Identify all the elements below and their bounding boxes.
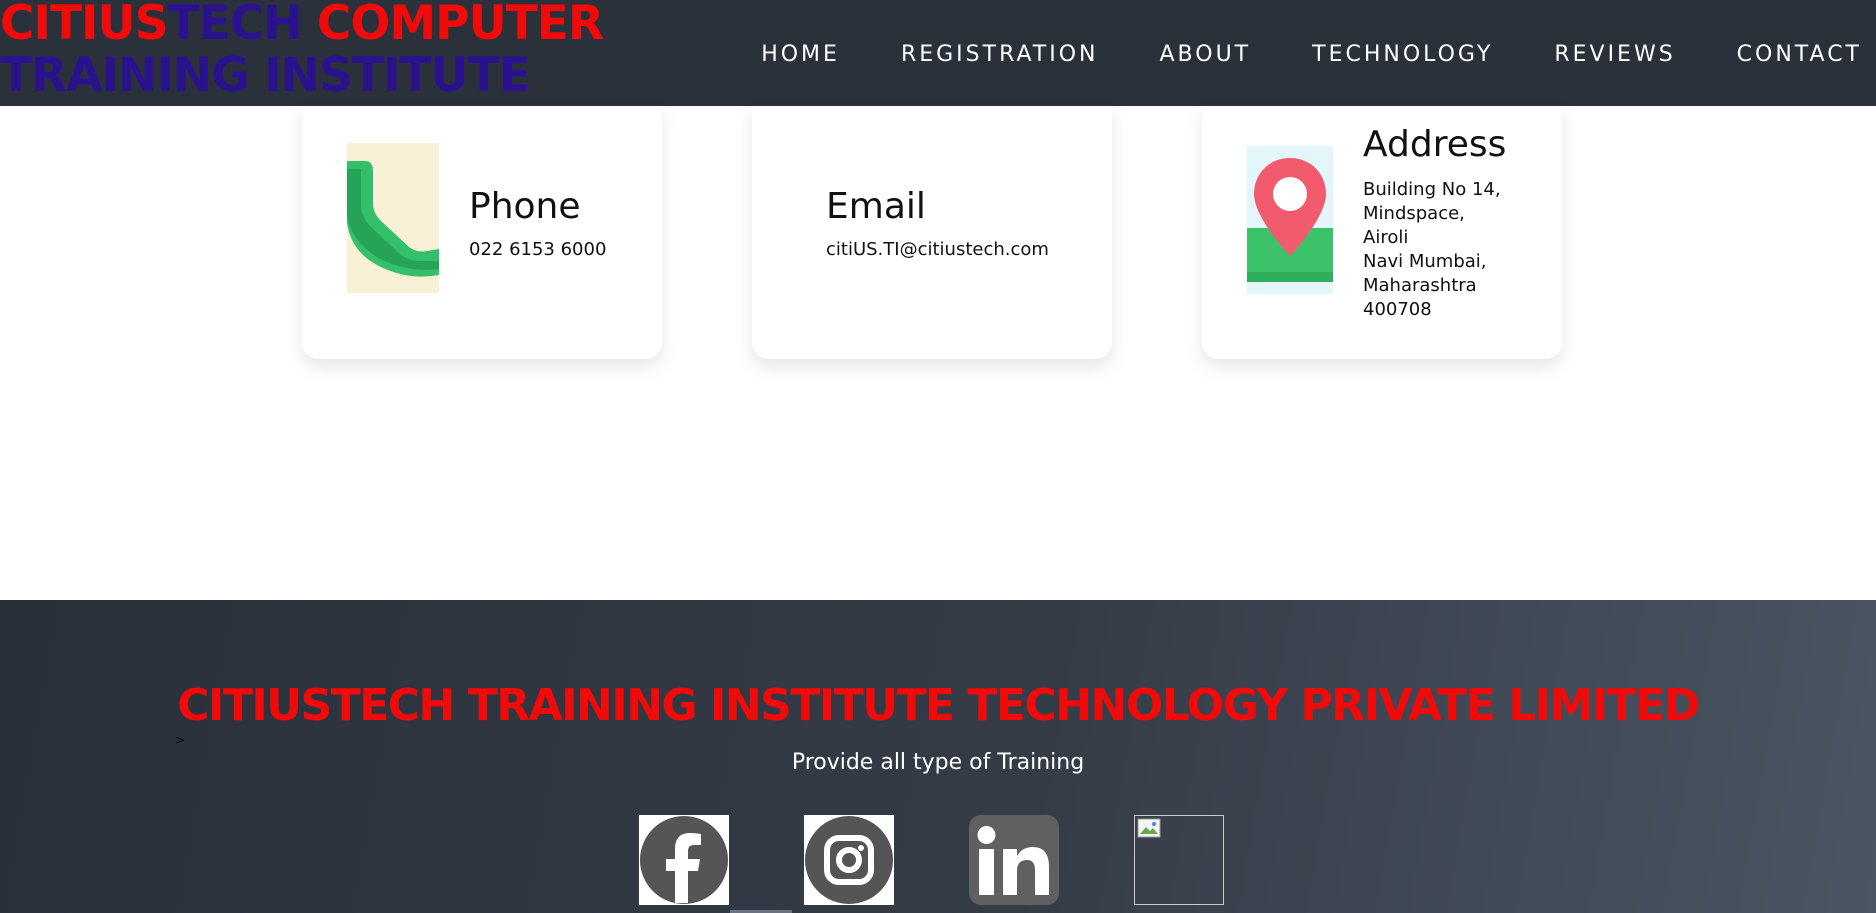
site-header: CITIUSTECH COMPUTER TRAINING INSTITUTE H… xyxy=(0,0,1876,106)
email-card: Email citiUS.TI@citiustech.com xyxy=(752,106,1112,359)
location-pin-icon xyxy=(1247,146,1333,294)
address-line: Mindspace, xyxy=(1363,203,1465,224)
email-value[interactable]: citiUS.TI@citiustech.com xyxy=(826,238,1049,262)
site-footer: CITIUSTECH TRAINING INSTITUTE TECHNOLOGY… xyxy=(0,600,1876,913)
address-title: Address xyxy=(1363,124,1507,165)
logo-line-1: CITIUSTECH COMPUTER xyxy=(0,0,604,51)
footer-tagline: Provide all type of Training xyxy=(791,750,1085,775)
facebook-icon[interactable] xyxy=(639,815,729,905)
broken-image-icon[interactable] xyxy=(1134,815,1224,905)
address-line: 400708 xyxy=(1363,299,1432,320)
main-nav: HOME REGISTRATION ABOUT TECHNOLOGY REVIE… xyxy=(700,34,1876,74)
nav-about[interactable]: ABOUT xyxy=(1160,42,1252,67)
logo-line-2: TRAINING INSTITUTE xyxy=(0,48,531,103)
phone-icon xyxy=(347,143,439,293)
phone-title: Phone xyxy=(469,186,581,227)
site-logo[interactable]: CITIUSTECH COMPUTER TRAINING INSTITUTE xyxy=(0,0,604,103)
email-title: Email xyxy=(826,186,926,227)
nav-registration[interactable]: REGISTRATION xyxy=(901,42,1099,67)
footer-stray-mark: > xyxy=(175,733,186,747)
address-value: Building No 14, Mindspace, Airoli Navi M… xyxy=(1363,178,1501,322)
linkedin-icon[interactable] xyxy=(969,815,1059,905)
address-line: Airoli xyxy=(1363,227,1409,248)
footer-company-name: CITIUSTECH TRAINING INSTITUTE TECHNOLOGY… xyxy=(177,680,1700,731)
address-line: Maharashtra xyxy=(1363,275,1477,296)
instagram-icon[interactable] xyxy=(804,815,894,905)
logo-citius: CITIUS xyxy=(0,0,169,51)
nav-home[interactable]: HOME xyxy=(761,42,840,67)
nav-technology[interactable]: TECHNOLOGY xyxy=(1312,42,1493,67)
phone-value[interactable]: 022 6153 6000 xyxy=(469,238,606,262)
logo-computer: COMPUTER xyxy=(316,0,604,51)
nav-reviews[interactable]: REVIEWS xyxy=(1554,42,1675,67)
address-line: Navi Mumbai, xyxy=(1363,251,1487,272)
phone-card: Phone 022 6153 6000 xyxy=(302,106,662,359)
address-line: Building No 14, xyxy=(1363,179,1501,200)
logo-tech: TECH xyxy=(167,0,303,51)
address-card: Address Building No 14, Mindspace, Airol… xyxy=(1202,106,1562,359)
nav-contact[interactable]: CONTACT xyxy=(1737,42,1862,67)
